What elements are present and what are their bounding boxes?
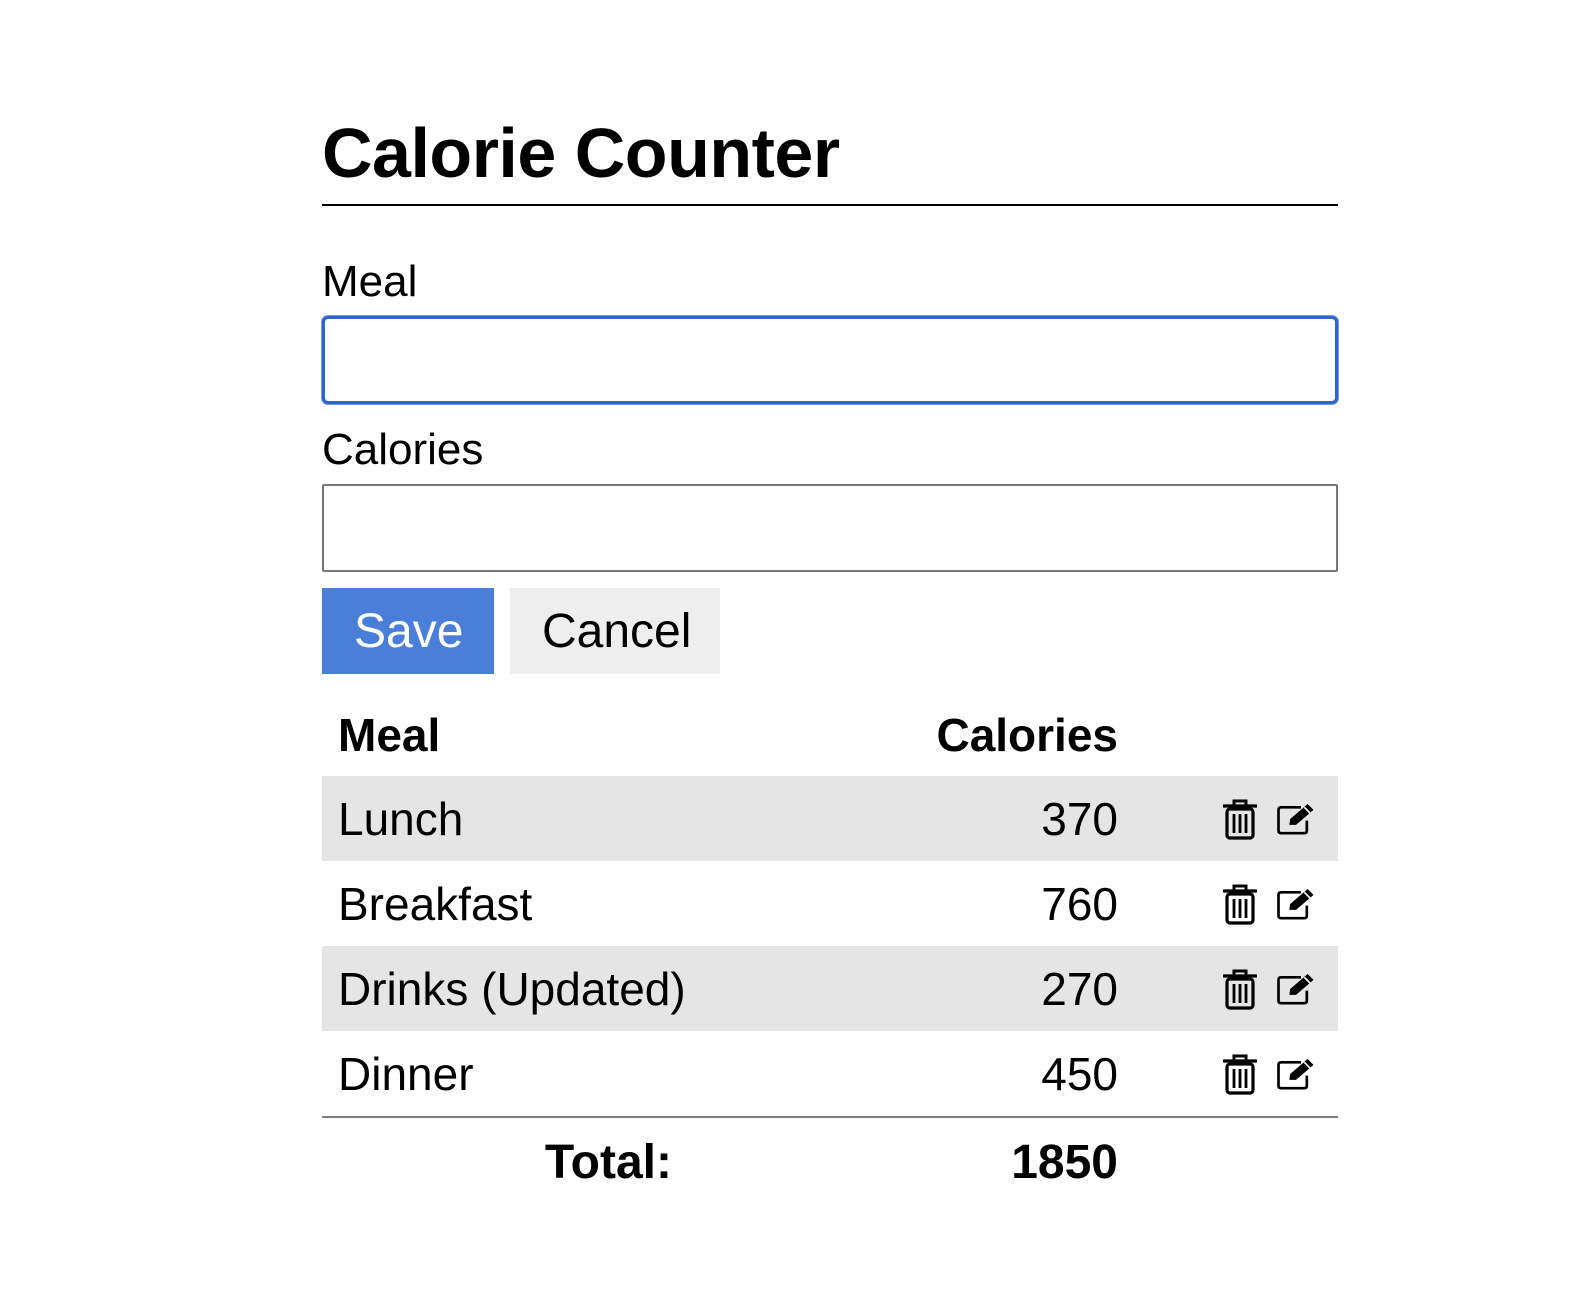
total-label: Total: — [544, 1135, 672, 1189]
edit-icon[interactable] — [1276, 882, 1316, 926]
table-row: Dinner 450 — [322, 1031, 1338, 1118]
meal-field-label: Meal — [322, 257, 418, 306]
total-row: Total: 1850 — [322, 1117, 1338, 1206]
meals-table: Meal Calories Lunch 370 Breakfast 760 Dr… — [322, 694, 1338, 1206]
calories-cell: 450 — [762, 1031, 1338, 1118]
calories-column-header: Calories — [936, 709, 1118, 761]
edit-icon[interactable] — [1276, 967, 1316, 1011]
trash-icon[interactable] — [1220, 882, 1260, 926]
calories-value: 450 — [1041, 1047, 1118, 1100]
calorie-counter-app: Calorie Counter Meal Calories Save Cance… — [322, 110, 1338, 1206]
meal-name-cell: Lunch — [322, 776, 762, 861]
meal-name-cell: Dinner — [322, 1031, 762, 1118]
calories-input[interactable] — [322, 484, 1338, 572]
calories-value: 760 — [1041, 877, 1118, 930]
calories-field-label: Calories — [322, 425, 484, 474]
row-actions — [1220, 797, 1316, 841]
form-buttons: Save Cancel — [322, 588, 1338, 674]
calories-cell: 370 — [762, 776, 1338, 861]
table-header-row: Meal Calories — [322, 694, 1338, 776]
save-button[interactable]: Save — [322, 588, 494, 674]
edit-icon[interactable] — [1276, 797, 1316, 841]
table-row: Lunch 370 — [322, 776, 1338, 861]
meal-input[interactable] — [322, 316, 1338, 404]
calories-cell: 270 — [762, 946, 1338, 1031]
calories-value: 270 — [1041, 962, 1118, 1015]
meal-column-header: Meal — [338, 709, 441, 761]
edit-icon[interactable] — [1276, 1052, 1316, 1096]
meal-name-cell: Breakfast — [338, 877, 533, 930]
cancel-button[interactable]: Cancel — [510, 588, 720, 674]
row-actions — [1220, 967, 1316, 1011]
meal-name-cell: Drinks (Updated) — [322, 946, 762, 1031]
row-actions — [1220, 1052, 1316, 1096]
trash-icon[interactable] — [1220, 1052, 1260, 1096]
meal-form: Meal Calories Save Cancel — [322, 256, 1338, 674]
trash-icon[interactable] — [1220, 967, 1260, 1011]
calories-value: 370 — [1041, 792, 1118, 845]
total-value: 1850 — [1011, 1135, 1118, 1189]
table-row: Breakfast 760 — [322, 861, 1338, 946]
calories-cell: 760 — [762, 861, 1338, 946]
table-row: Drinks (Updated) 270 — [322, 946, 1338, 1031]
trash-icon[interactable] — [1220, 797, 1260, 841]
page-title: Calorie Counter — [322, 110, 1338, 206]
row-actions — [1220, 882, 1316, 926]
